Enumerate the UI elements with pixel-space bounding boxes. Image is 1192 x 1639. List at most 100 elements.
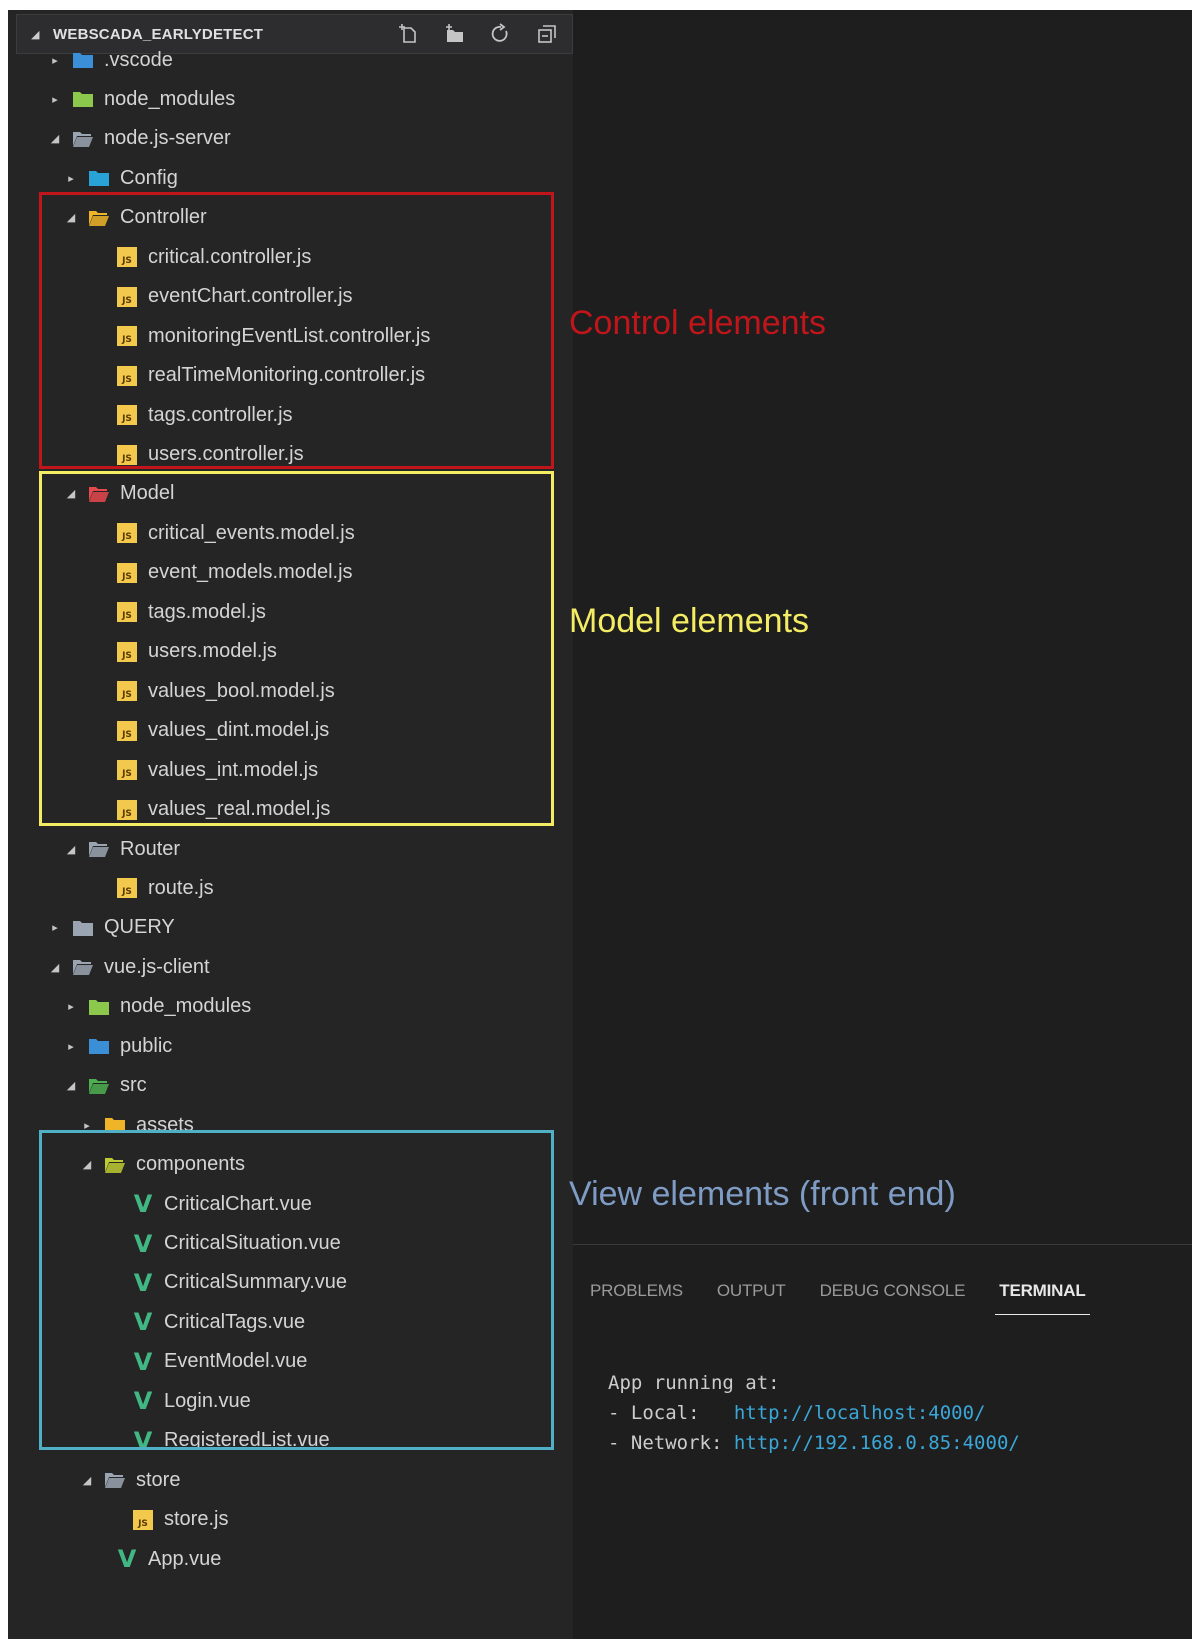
chevron-right-icon[interactable]: ▸ bbox=[64, 1000, 78, 1013]
tree-item-label: CriticalChart.vue bbox=[164, 1192, 312, 1215]
folder-vue-js-client[interactable]: ◢ vue.js-client bbox=[8, 947, 573, 987]
chevron-down-icon[interactable]: ◢ bbox=[31, 28, 45, 41]
vue-file-icon: V bbox=[133, 1347, 153, 1376]
js-file-icon: JS bbox=[116, 641, 138, 663]
chevron-right-icon[interactable]: ▸ bbox=[80, 1119, 94, 1132]
folder-query[interactable]: ▸ QUERY bbox=[8, 908, 573, 948]
vue-file-icon: V bbox=[133, 1387, 153, 1416]
folder-vscode[interactable]: ▸ .vscode bbox=[8, 40, 573, 80]
tree-item-label: values_int.model.js bbox=[148, 758, 319, 781]
explorer-panel: ◢ WEBSCADA_EARLYDETECT ▸ .vscode ▸ node_… bbox=[8, 10, 573, 1639]
file-criticaltags-vue[interactable]: V CriticalTags.vue bbox=[8, 1302, 573, 1342]
folder-open-icon bbox=[72, 128, 94, 150]
folder-node-modules[interactable]: ▸ node_modules bbox=[8, 987, 573, 1027]
tree-item-label: Controller bbox=[120, 206, 207, 229]
file-values-bool-model-js[interactable]: JS values_bool.model.js bbox=[8, 671, 573, 711]
chevron-down-icon[interactable]: ◢ bbox=[80, 1474, 94, 1487]
control-elements-annotation: Control elements bbox=[569, 304, 827, 342]
tab-problems[interactable]: PROBLEMS bbox=[586, 1267, 687, 1315]
file-store-js[interactable]: JS store.js bbox=[8, 1500, 573, 1540]
tree-item-label: node.js-server bbox=[104, 127, 231, 150]
tab-debug-console[interactable]: DEBUG CONSOLE bbox=[816, 1267, 970, 1315]
tree-item-label: assets bbox=[136, 1113, 194, 1136]
chevron-down-icon[interactable]: ◢ bbox=[48, 132, 62, 145]
js-file-icon: JS bbox=[132, 1509, 154, 1531]
file-eventmodel-vue[interactable]: V EventModel.vue bbox=[8, 1342, 573, 1382]
tree-item-label: critical_events.model.js bbox=[148, 521, 355, 544]
chevron-down-icon[interactable]: ◢ bbox=[64, 211, 78, 224]
folder-assets[interactable]: ▸ assets bbox=[8, 1105, 573, 1145]
chevron-down-icon[interactable]: ◢ bbox=[64, 487, 78, 500]
file-tags-model-js[interactable]: JS tags.model.js bbox=[8, 592, 573, 632]
js-file-icon: JS bbox=[116, 404, 138, 426]
public-folder-icon bbox=[88, 1035, 110, 1057]
view-elements-annotation: View elements (front end) bbox=[569, 1175, 956, 1213]
chevron-down-icon[interactable]: ◢ bbox=[64, 843, 78, 856]
vue-file-icon: V bbox=[133, 1426, 153, 1455]
file-users-model-js[interactable]: JS users.model.js bbox=[8, 632, 573, 672]
file-critical-events-model-js[interactable]: JS critical_events.model.js bbox=[8, 513, 573, 553]
tree-item-label: monitoringEventList.controller.js bbox=[148, 324, 431, 347]
tree-item-label: App.vue bbox=[148, 1547, 222, 1570]
folder-model[interactable]: ◢ Model bbox=[8, 474, 573, 514]
file-event-models-model-js[interactable]: JS event_models.model.js bbox=[8, 553, 573, 593]
file-registeredlist-vue[interactable]: V RegisteredList.vue bbox=[8, 1421, 573, 1461]
js-file-icon: JS bbox=[116, 365, 138, 387]
js-file-icon: JS bbox=[116, 444, 138, 466]
node-folder-icon bbox=[88, 996, 110, 1018]
chevron-right-icon[interactable]: ▸ bbox=[48, 54, 62, 67]
chevron-right-icon[interactable]: ▸ bbox=[48, 93, 62, 106]
tree-item-label: store.js bbox=[164, 1508, 229, 1531]
chevron-right-icon[interactable]: ▸ bbox=[48, 921, 62, 934]
file-values-int-model-js[interactable]: JS values_int.model.js bbox=[8, 750, 573, 790]
folder-node-js-server[interactable]: ◢ node.js-server bbox=[8, 119, 573, 159]
folder-store[interactable]: ◢ store bbox=[8, 1460, 573, 1500]
chevron-down-icon[interactable]: ◢ bbox=[48, 961, 62, 974]
terminal-output[interactable]: App running at: - Local: http://localhos… bbox=[608, 1368, 1020, 1458]
file-route-js[interactable]: JS route.js bbox=[8, 868, 573, 908]
folder-router[interactable]: ◢ Router bbox=[8, 829, 573, 869]
file-login-vue[interactable]: V Login.vue bbox=[8, 1381, 573, 1421]
chevron-down-icon[interactable]: ◢ bbox=[64, 1079, 78, 1092]
folder-open-icon bbox=[104, 1469, 126, 1491]
file-realtimemonitoring-controller-js[interactable]: JS realTimeMonitoring.controller.js bbox=[8, 356, 573, 396]
folder-public[interactable]: ▸ public bbox=[8, 1026, 573, 1066]
file-users-controller-js[interactable]: JS users.controller.js bbox=[8, 435, 573, 475]
file-criticalsummary-vue[interactable]: V CriticalSummary.vue bbox=[8, 1263, 573, 1303]
chevron-down-icon[interactable]: ◢ bbox=[80, 1158, 94, 1171]
file-values-dint-model-js[interactable]: JS values_dint.model.js bbox=[8, 711, 573, 751]
file-criticalchart-vue[interactable]: V CriticalChart.vue bbox=[8, 1184, 573, 1224]
tree-item-label: Login.vue bbox=[164, 1389, 251, 1412]
folder-controller[interactable]: ◢ Controller bbox=[8, 198, 573, 238]
chevron-right-icon[interactable]: ▸ bbox=[64, 172, 78, 185]
tab-terminal[interactable]: TERMINAL bbox=[995, 1267, 1090, 1315]
editor-area: Control elements Model elements View ele… bbox=[569, 10, 1192, 1639]
file-critical-controller-js[interactable]: JS critical.controller.js bbox=[8, 237, 573, 277]
folder-src[interactable]: ◢ src bbox=[8, 1066, 573, 1106]
folder-components[interactable]: ◢ components bbox=[8, 1145, 573, 1185]
file-monitoringeventlist-controller-js[interactable]: JS monitoringEventList.controller.js bbox=[8, 316, 573, 356]
tab-output[interactable]: OUTPUT bbox=[713, 1267, 790, 1315]
file-app-vue[interactable]: V App.vue bbox=[8, 1539, 573, 1579]
file-eventchart-controller-js[interactable]: JS eventChart.controller.js bbox=[8, 277, 573, 317]
terminal-line-running: App running at: bbox=[608, 1372, 780, 1394]
js-file-icon: JS bbox=[116, 759, 138, 781]
tree-item-label: node_modules bbox=[104, 87, 236, 110]
assets-folder-icon bbox=[104, 1114, 126, 1136]
terminal-line-network: - Network: http://192.168.0.85:4000/ bbox=[608, 1428, 1020, 1458]
local-url-link[interactable]: http://localhost:4000/ bbox=[734, 1402, 986, 1424]
chevron-right-icon[interactable]: ▸ bbox=[64, 1040, 78, 1053]
file-tags-controller-js[interactable]: JS tags.controller.js bbox=[8, 395, 573, 435]
file-criticalsituation-vue[interactable]: V CriticalSituation.vue bbox=[8, 1224, 573, 1264]
folder-config[interactable]: ▸ Config bbox=[8, 158, 573, 198]
network-url-link[interactable]: http://192.168.0.85:4000/ bbox=[734, 1432, 1020, 1454]
tree-item-label: Config bbox=[120, 166, 178, 189]
folder-open-icon bbox=[72, 956, 94, 978]
tree-item-label: tags.model.js bbox=[148, 600, 266, 623]
file-values-real-model-js[interactable]: JS values_real.model.js bbox=[8, 790, 573, 830]
tree-item-label: CriticalTags.vue bbox=[164, 1310, 306, 1333]
vue-file-icon: V bbox=[133, 1308, 153, 1337]
folder-node-modules[interactable]: ▸ node_modules bbox=[8, 79, 573, 119]
model-elements-annotation: Model elements bbox=[569, 602, 810, 640]
controller-folder-icon bbox=[88, 207, 110, 229]
